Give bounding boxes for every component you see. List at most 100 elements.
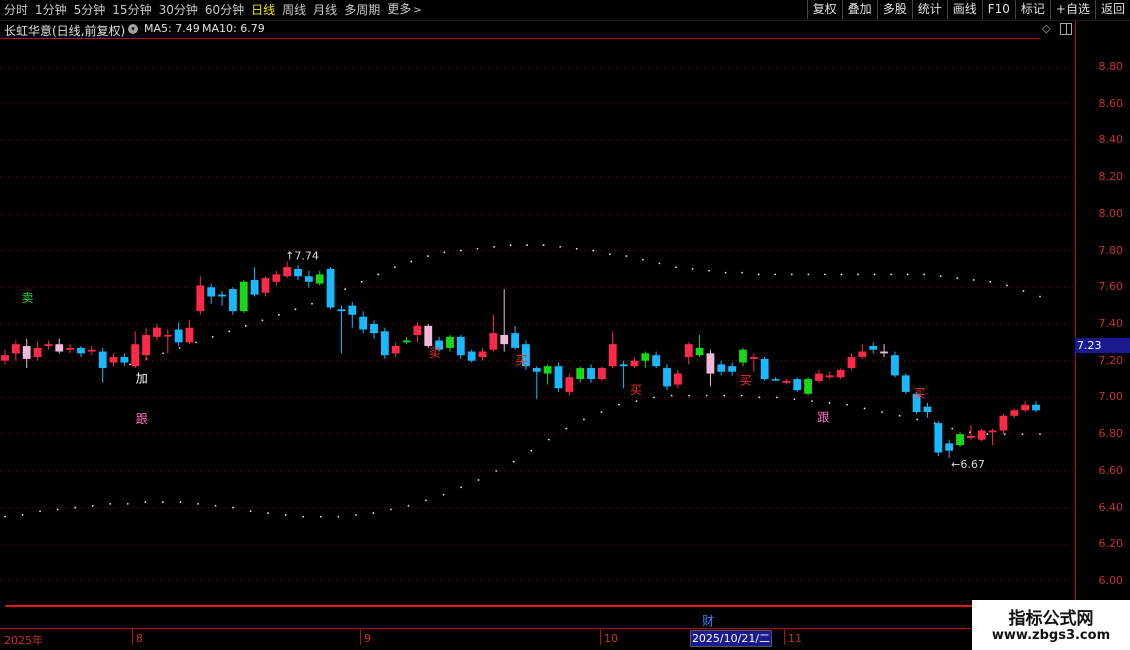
period-tabs: 分时 1分钟 5分钟 15分钟 30分钟 60分钟 日线 周线 月线 多周期 更… xyxy=(4,0,429,20)
ma-upper-dot xyxy=(708,269,710,272)
signal-marker: 跟 xyxy=(817,410,829,424)
ma-lower-dot xyxy=(951,427,954,430)
ma-upper-dot xyxy=(526,244,528,246)
ma-lower-dot xyxy=(390,508,392,511)
multi-stock-button[interactable]: 多股 xyxy=(876,0,912,19)
candle-body xyxy=(380,331,389,356)
draw-line-button[interactable]: 画线 xyxy=(946,0,982,19)
ma-lower-dot xyxy=(126,503,129,505)
candle-body xyxy=(370,324,378,334)
candle-body xyxy=(77,347,85,354)
tab-monthly[interactable]: 月线 xyxy=(313,0,337,20)
tab-more-label: 更多 xyxy=(387,2,412,16)
candle-body xyxy=(663,368,671,387)
candlestick-chart[interactable]: ↑7.74←6.67卖加跟买买买买跟买 xyxy=(0,38,1075,628)
ma-lower-dot xyxy=(635,400,638,402)
ma-upper-dot xyxy=(377,273,380,276)
candle-body xyxy=(478,351,487,358)
tab-weekly[interactable]: 周线 xyxy=(282,0,306,20)
candle-body xyxy=(196,285,205,312)
candle-body xyxy=(652,355,661,367)
candle-body xyxy=(261,278,270,293)
tab-60min[interactable]: 60分钟 xyxy=(205,0,244,20)
ma-upper-dot xyxy=(244,324,247,327)
ma-lower-dot xyxy=(4,515,6,518)
ma-lower-dot xyxy=(530,449,533,452)
diamond-icon[interactable]: ◇ xyxy=(1042,23,1054,35)
overlay-button[interactable]: 叠加 xyxy=(841,0,877,19)
candle-body xyxy=(956,434,964,446)
tab-5min[interactable]: 5分钟 xyxy=(74,0,106,20)
candle-body xyxy=(771,379,780,381)
ma-lower-dot xyxy=(179,501,182,503)
candle-body xyxy=(283,267,292,277)
indicator-dropdown-icon[interactable]: ▾ xyxy=(128,24,138,34)
candle-body xyxy=(728,366,737,372)
ma-lower-dot xyxy=(705,394,708,397)
add-watchlist-button[interactable]: +自选 xyxy=(1049,0,1095,19)
mark-button[interactable]: 标记 xyxy=(1014,0,1050,19)
tab-30min[interactable]: 30分钟 xyxy=(159,0,198,20)
signal-marker: 买 xyxy=(429,346,441,360)
tab-15min[interactable]: 15分钟 xyxy=(112,0,151,20)
ma-lower-dot xyxy=(758,396,761,399)
ma-upper-dot xyxy=(592,249,595,252)
tab-more[interactable]: 更多 > xyxy=(387,0,421,21)
ma-upper-dot xyxy=(906,273,909,276)
price-tick-label: 6.60 xyxy=(1098,463,1124,477)
ma-upper-dot xyxy=(873,273,876,276)
tab-1min[interactable]: 1分钟 xyxy=(35,0,67,20)
price-tick-label: 8.40 xyxy=(1098,133,1124,147)
ma-lower-dot xyxy=(1021,433,1024,436)
candle-body xyxy=(109,357,118,363)
price-tick-label: 8.60 xyxy=(1098,96,1124,110)
ma-upper-dot xyxy=(956,277,959,280)
candle-body xyxy=(923,406,932,413)
ma-upper-dot xyxy=(178,346,181,349)
financial-report-marker[interactable]: 财 xyxy=(702,612,714,629)
ma-lower-dot xyxy=(319,515,322,518)
ma-lower-dot xyxy=(477,479,480,481)
tab-multi-period[interactable]: 多周期 xyxy=(344,0,380,20)
price-tick-label: 6.20 xyxy=(1098,537,1124,551)
candle-body xyxy=(446,336,454,348)
candle-body xyxy=(391,346,400,354)
ma-lower-dot xyxy=(144,501,147,503)
ma-lower-dot xyxy=(232,506,234,509)
ma-upper-dot xyxy=(807,273,810,276)
ma-lower-dot xyxy=(74,506,77,509)
price-tick-label: 7.20 xyxy=(1098,353,1124,367)
panel-toggle-icon[interactable] xyxy=(1060,23,1072,35)
statistics-button[interactable]: 统计 xyxy=(911,0,947,19)
tab-fenshi[interactable]: 分时 xyxy=(4,0,28,20)
ma-upper-dot xyxy=(989,280,992,283)
candle-body xyxy=(999,415,1008,431)
candle-body xyxy=(337,309,346,312)
price-axis: 8.80 8.60 8.40 8.20 8.00 7.80 7.60 7.40 7.20 7.00… xyxy=(1075,20,1130,610)
ma-upper-dot xyxy=(741,271,744,274)
back-button[interactable]: 返回 xyxy=(1094,0,1130,19)
candle-body xyxy=(815,373,823,381)
candle-body xyxy=(825,375,834,378)
date-label-oct: 10 xyxy=(604,632,618,645)
restore-rights-button[interactable]: 复权 xyxy=(806,0,842,19)
candle-body xyxy=(565,377,574,392)
tab-daily[interactable]: 日线 xyxy=(251,0,275,20)
price-tick-label: 7.60 xyxy=(1098,280,1124,294)
ma-upper-dot xyxy=(675,266,677,268)
candle-body xyxy=(847,357,856,369)
candle-body xyxy=(185,327,194,343)
ma-lower-dot xyxy=(670,394,673,397)
price-tick-label: 8.20 xyxy=(1098,170,1124,184)
ma-upper-dot xyxy=(261,319,264,322)
ma-lower-dot xyxy=(302,515,305,518)
signal-marker: 买 xyxy=(913,386,925,400)
ma-upper-dot xyxy=(129,363,131,366)
tool-buttons: 复权 叠加 多股 统计 画线 F10 标记 +自选 返回 xyxy=(806,0,1130,20)
candle-body xyxy=(174,329,183,343)
candle-body xyxy=(934,423,943,453)
candle-body xyxy=(673,373,682,385)
ma-lower-dot xyxy=(91,504,94,507)
f10-button[interactable]: F10 xyxy=(981,0,1015,19)
date-separator xyxy=(600,629,601,645)
